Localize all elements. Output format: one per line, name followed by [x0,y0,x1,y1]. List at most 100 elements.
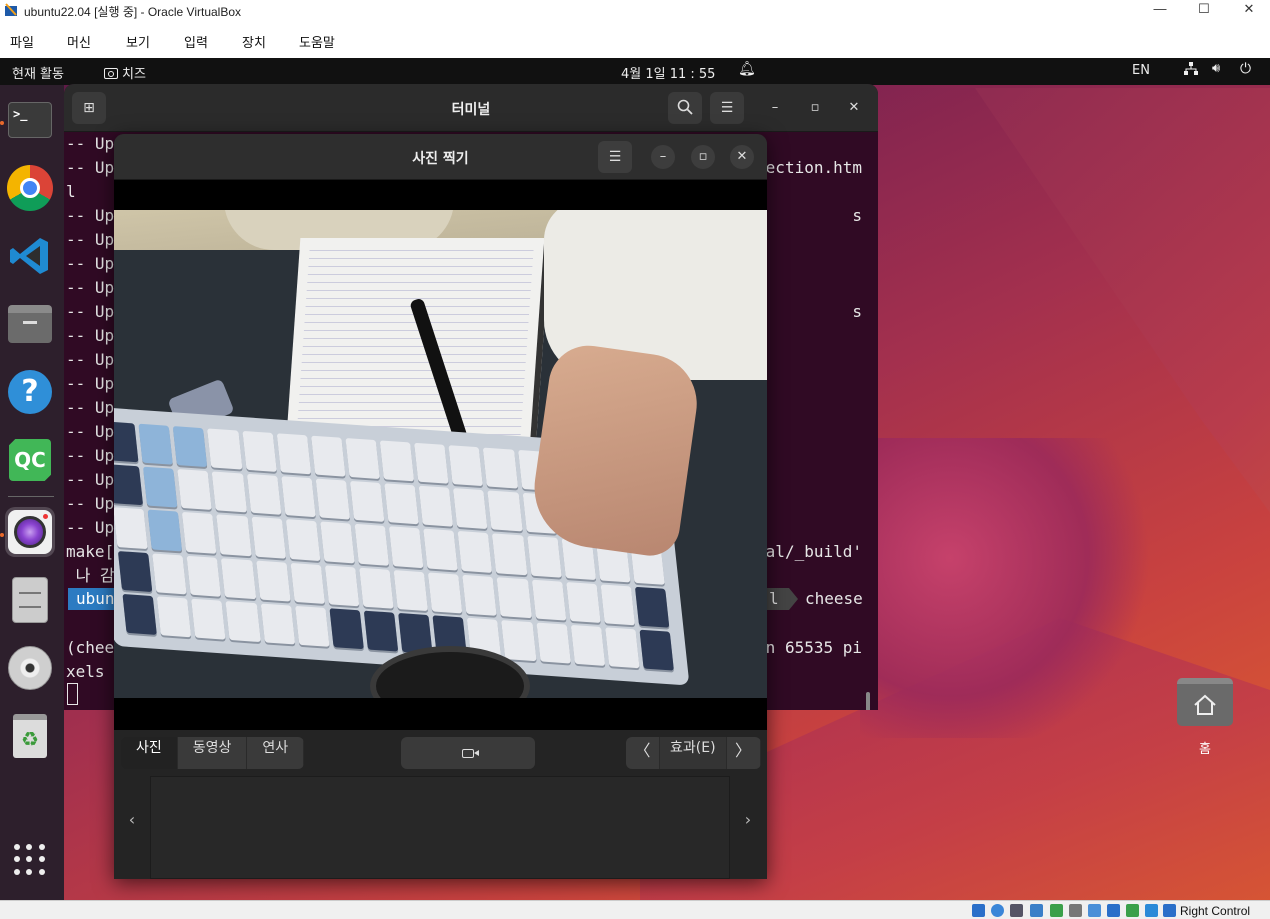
optical-drive-icon[interactable] [991,904,1004,917]
menu-view[interactable]: 보기 [126,32,150,51]
terminal-line: -- Up [66,278,115,297]
menu-input[interactable]: 입력 [184,32,208,51]
prompt-dir-segment: l [767,588,789,610]
terminal-scrollbar[interactable] [866,692,870,710]
dock-trash[interactable]: ♻ [5,711,55,761]
terminal-line: -- Up [66,422,115,441]
app-name: 치즈 [122,67,146,82]
search-button[interactable] [668,92,702,124]
usb-icon[interactable] [1050,904,1063,917]
dock-terminal[interactable]: >_ [5,95,55,145]
terminal-line: -- Up [66,446,115,465]
host-key-label: Right Control [1180,904,1251,918]
capture-button[interactable] [401,737,535,769]
mode-photo-tab[interactable]: 사진 [121,737,178,769]
hamburger-icon: ☰ [608,149,622,165]
power-icon[interactable]: ⏻ [1240,61,1251,77]
menu-devices[interactable]: 장치 [242,32,266,51]
keyboard-capture-icon[interactable] [1163,904,1176,917]
terminal-line: -- Up [66,470,115,489]
terminal-line: -- Up [66,350,115,369]
dock-help[interactable]: ? [5,367,55,417]
mouse-integration-icon[interactable] [1145,904,1158,917]
effects-button[interactable]: 효과(E) [660,737,727,769]
terminal-line-fragment: s [852,206,862,225]
shared-folder-icon[interactable] [1069,904,1082,917]
cheese-maximize-button[interactable]: ▫ [691,145,715,169]
terminal-line: (chee [66,638,115,657]
menu-file[interactable]: 파일 [10,32,34,51]
dock-cd[interactable] [5,643,55,693]
desktop-home-label: 홈 [1199,742,1211,757]
qtcreator-icon: QC [9,439,51,481]
thumbnails-prev-button[interactable]: ‹ [122,810,142,829]
network-adapter-icon[interactable] [1030,904,1043,917]
dock-disk[interactable] [5,575,55,625]
audio-icon[interactable] [1010,904,1023,917]
dock-separator [8,496,54,497]
menu-machine[interactable]: 머신 [67,32,91,51]
effects-next-button[interactable]: 〉 [726,737,761,769]
terminal-line: -- Up [66,230,115,249]
terminal-line: -- Up [66,518,115,537]
terminal-menu-button[interactable]: ☰ [710,92,744,124]
clock[interactable]: 4월 1일 11 : 55 [621,63,715,82]
terminal-line: 나 감 [66,566,115,585]
terminal-line-fragment: al/_build' [765,542,862,561]
gnome-topbar: 현재 활동 치즈 4월 1일 11 : 55 🔔︎ EN 🔊︎ ⏻ [0,58,1270,85]
display-icon[interactable] [1088,904,1101,917]
app-menu[interactable]: 치즈 [104,63,146,82]
desktop-home[interactable]: 홈 [1175,678,1235,757]
terminal-line: -- Up [66,302,115,321]
dock-files[interactable] [5,299,55,349]
help-icon: ? [8,370,52,414]
vbox-maximize-button[interactable]: ☐ [1181,0,1227,20]
terminal-maximize-button[interactable]: ▫ [803,96,827,120]
vbox-close-button[interactable]: ✕ [1226,0,1270,20]
cheese-menu-button[interactable]: ☰ [598,141,632,173]
thumbnail-strip[interactable] [150,776,730,879]
running-indicator [0,121,4,125]
terminal-line: -- Up [66,158,115,177]
show-apps-button[interactable] [5,835,55,885]
chrome-icon [7,165,53,211]
cpu-icon[interactable] [1126,904,1139,917]
mode-burst-tab[interactable]: 연사 [247,737,305,769]
hdd-icon[interactable] [972,904,985,917]
terminal-line: l [66,182,76,201]
terminal-line: -- Up [66,398,115,417]
input-language[interactable]: EN [1132,63,1150,78]
menu-help[interactable]: 도움말 [299,32,335,51]
terminal-cursor [67,683,78,705]
dock-qtcreator[interactable]: QC [5,435,55,485]
vbox-minimize-button[interactable]: — [1137,0,1183,20]
thumbnails-next-button[interactable]: › [738,810,758,829]
cheese-minimize-button[interactable]: – [651,145,675,169]
dock-chrome[interactable] [5,163,55,213]
camera-feed-image [114,210,767,698]
network-icon[interactable] [1184,62,1198,80]
terminal-minimize-button[interactable]: – [763,96,787,120]
video-camera-icon [462,748,479,758]
virtualbox-logo-icon [5,3,17,16]
recording-icon[interactable] [1107,904,1120,917]
camera-icon [104,68,118,79]
terminal-title: 터미널 [451,102,491,118]
cheese-controls: 사진 동영상 연사 〈 효과(E) 〉 ‹ › [114,730,767,879]
terminal-line: -- Up [66,326,115,345]
terminal-line: -- Up [66,254,115,273]
cheese-close-button[interactable]: ✕ [730,145,754,169]
terminal-line-fragment: ection.htm [765,158,862,177]
dock-vscode[interactable] [5,231,55,281]
volume-icon[interactable]: 🔊︎ [1212,61,1220,76]
guest-screen: 현재 활동 치즈 4월 1일 11 : 55 🔔︎ EN 🔊︎ ⏻ >_ ? Q… [0,58,1270,900]
effects-prev-button[interactable]: 〈 [626,737,660,769]
mode-video-tab[interactable]: 동영상 [177,737,248,769]
wallpaper-shape [860,438,1160,738]
dock-cheese[interactable] [5,507,55,557]
activities-button[interactable]: 현재 활동 [12,63,64,82]
mode-switcher: 사진 동영상 연사 [121,737,305,769]
terminal-close-button[interactable]: ✕ [842,96,866,120]
dock: >_ ? QC ♻ [0,85,64,900]
cheese-window: 사진 찍기 ☰ – ▫ ✕ 사진 동영상 연사 〈 효과(E) 〉 ‹ › [114,134,767,879]
